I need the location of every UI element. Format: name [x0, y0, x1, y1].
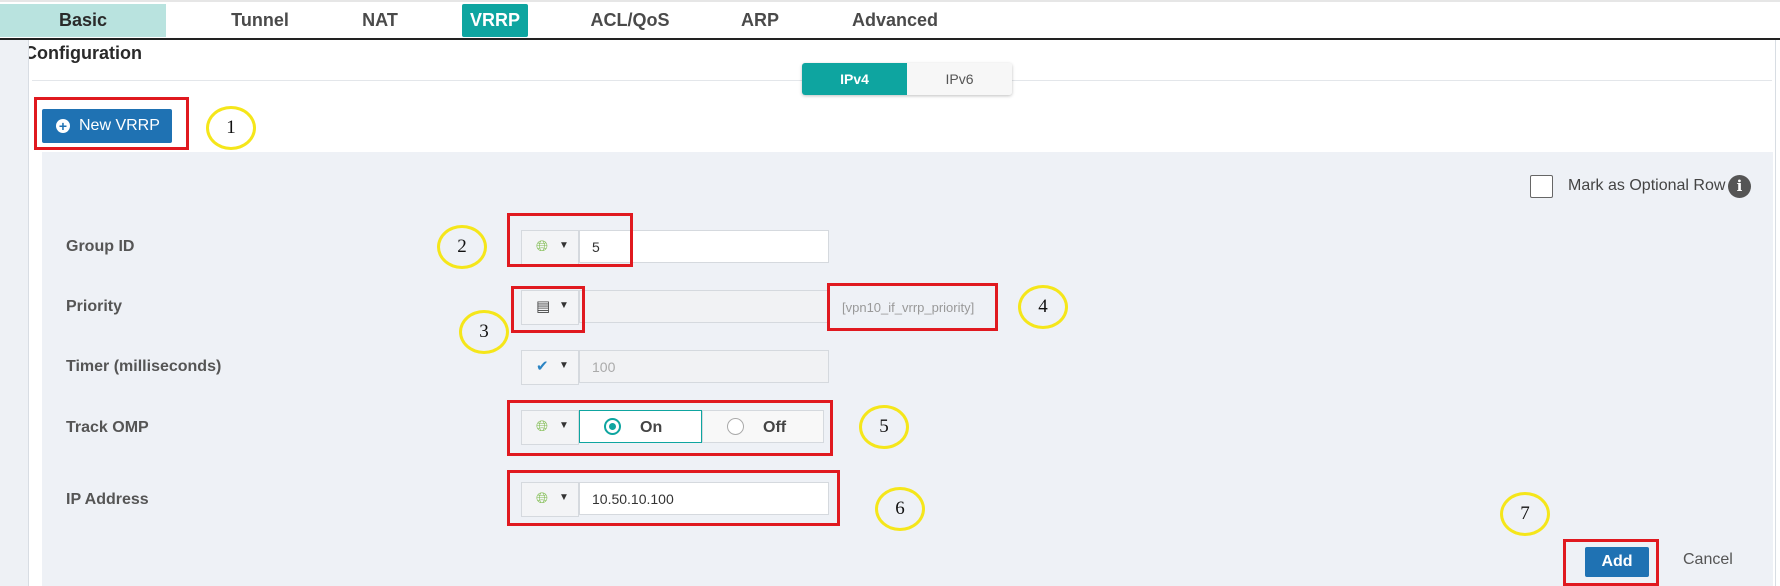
callout-4: 4 [1018, 285, 1068, 329]
timer-label: Timer (milliseconds) [66, 358, 222, 375]
highlight-ip-address [507, 470, 840, 526]
callout-6: 6 [875, 487, 925, 531]
tab-basic-configuration[interactable]: Basic Configuration [0, 4, 166, 63]
chevron-down-icon: ▼ [559, 360, 569, 371]
tab-vrrp[interactable]: VRRP [462, 4, 528, 37]
ipv4-toggle-button[interactable]: IPv4 [802, 63, 907, 95]
top-border [0, 0, 1780, 2]
priority-label: Priority [66, 298, 123, 315]
tab-acl-qos[interactable]: ACL/QoS [584, 4, 676, 37]
highlight-priority-variable [827, 283, 998, 331]
callout-5: 5 [859, 405, 909, 449]
priority-input[interactable] [579, 290, 829, 323]
left-gutter-edge [28, 40, 29, 586]
highlight-track-omp [507, 400, 833, 456]
timer-input[interactable]: 100 [579, 350, 829, 383]
right-edge [1775, 40, 1776, 586]
tab-tunnel[interactable]: Tunnel [220, 4, 300, 37]
callout-7: 7 [1500, 492, 1550, 536]
ipv6-toggle-button[interactable]: IPv6 [907, 63, 1012, 95]
callout-2: 2 [437, 225, 487, 269]
ip-version-toggle: IPv4 IPv6 [802, 63, 1012, 95]
optional-row-label: Mark as Optional Row [1568, 177, 1726, 194]
highlight-add-button [1563, 539, 1659, 586]
track-omp-label: Track OMP [66, 419, 149, 436]
left-gutter [0, 40, 28, 586]
cancel-button[interactable]: Cancel [1683, 551, 1733, 569]
default-check-icon: ✔ [536, 358, 549, 375]
optional-row-checkbox[interactable] [1530, 175, 1553, 198]
feature-tab-bar: Basic Configuration Tunnel NAT VRRP ACL/… [0, 4, 1780, 63]
ip-address-label: IP Address [66, 491, 149, 508]
highlight-group-id [507, 213, 633, 267]
highlight-new-vrrp [34, 97, 189, 150]
tab-advanced[interactable]: Advanced [845, 4, 945, 37]
group-id-label: Group ID [66, 238, 135, 255]
tab-nat[interactable]: NAT [350, 4, 410, 37]
tab-bar-underline [0, 38, 1780, 40]
callout-1: 1 [206, 106, 256, 150]
highlight-priority-scope [511, 286, 585, 333]
info-icon[interactable]: i [1728, 175, 1751, 198]
callout-3: 3 [459, 310, 509, 354]
tab-arp[interactable]: ARP [732, 4, 788, 37]
timer-scope-dropdown[interactable]: ✔ ▼ [521, 350, 579, 385]
